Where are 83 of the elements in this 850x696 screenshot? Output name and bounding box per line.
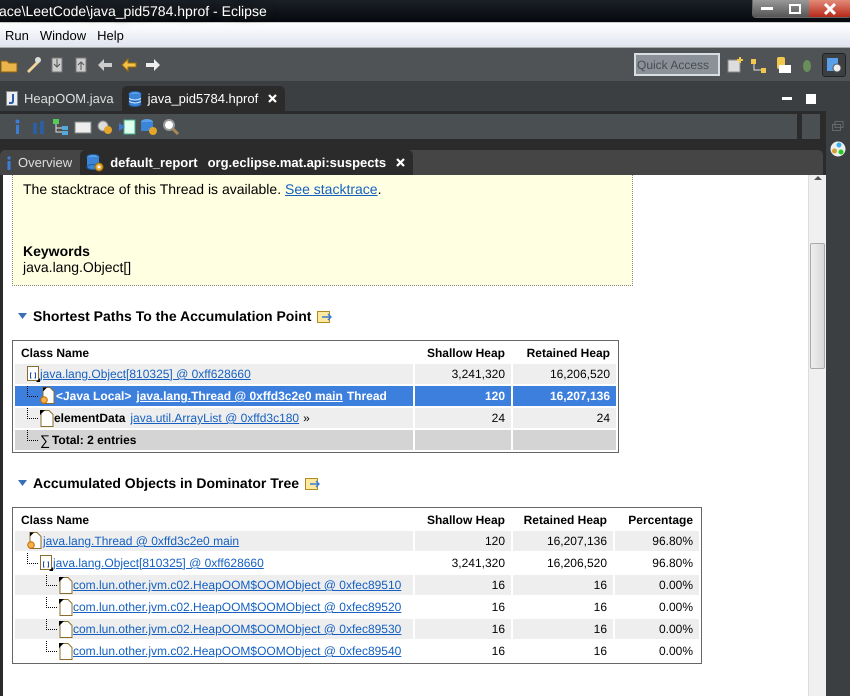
run-report-icon[interactable] [118,118,136,136]
note-text: The stacktrace of this Thread is available. See stacktrace. [23,181,382,197]
database-gear-icon[interactable] [140,118,158,136]
reference-label: elementData [54,411,126,425]
menu-item[interactable]: Window [34,28,92,42]
export-icon[interactable] [317,309,332,323]
back-icon[interactable] [120,56,138,74]
palette-icon[interactable] [830,141,846,157]
keywords-heading: Keywords [23,243,91,259]
table-cell: 0.00% [615,619,699,639]
tree-icon[interactable] [52,118,70,136]
table-cell: 16 [415,575,511,595]
object-icon [59,598,73,616]
object-link[interactable]: com.lun.other.jvm.c02.HeapOOM$OOMObject @ 0xfec89540 [73,644,402,658]
scrollbar-thumb[interactable] [810,243,825,369]
thread-icon [27,532,43,550]
table-cell: 0.00% [615,575,699,595]
new-window-icon[interactable] [726,56,744,74]
minimize-icon [761,6,773,10]
database-gear-icon [86,154,104,172]
table-cell: 96.80% [615,531,699,551]
info-icon [6,156,12,170]
object-link[interactable]: java.util.ArrayList @ 0xffd3c180 [130,411,300,425]
editor-tab[interactable]: HeapOOM.java [0,86,122,111]
table-cell: 16 [415,619,511,639]
maximize-button[interactable] [781,0,809,17]
editor-tab[interactable]: java_pid5784.hprof [122,86,286,111]
java-file-icon [6,91,18,106]
column-header[interactable]: Class Name [15,343,413,362]
column-header[interactable]: Class Name [15,510,413,529]
menu-item[interactable]: Run [0,28,35,42]
column-header[interactable]: Retained Heap [513,343,616,362]
close-tab-icon[interactable] [268,94,278,103]
report-tab[interactable]: Overview [0,150,80,175]
maximize-icon[interactable] [806,94,816,104]
column-header[interactable]: Shallow Heap [415,343,511,362]
column-header[interactable]: Shallow Heap [415,510,511,529]
reference-label: <Java Local> [56,389,132,403]
object-link[interactable]: java.lang.Object[810325] @ 0xff628660 [53,556,264,570]
report-tab[interactable]: default_report org.eclipse.mat.api:suspects [80,150,414,175]
object-icon [40,410,54,426]
toolbar-panel [802,114,820,139]
minimize-button[interactable] [753,0,781,17]
object-link[interactable]: java.lang.Thread @ 0xffd3c2e0 main [136,389,343,403]
thread-icon [40,387,56,405]
close-button[interactable] [809,0,850,17]
total-label: Total: 2 entries [52,433,136,447]
table-cell: 16,207,136 [513,531,613,551]
collapse-icon[interactable] [18,480,27,486]
table-cell: 16,207,136 [513,386,616,406]
section-title: Accumulated Objects in Dominator Tree [33,475,300,491]
object-icon [59,642,73,660]
collapse-icon[interactable] [18,313,27,319]
search-icon[interactable] [162,118,180,136]
table-cell: 16 [513,619,613,639]
table-cell: 16,206,520 [513,364,616,384]
table-cell: 16 [513,575,613,595]
maximize-icon [789,4,801,14]
column-header[interactable]: Percentage [615,510,699,529]
column-header[interactable]: Retained Heap [513,510,613,529]
database-icon [128,90,142,106]
sum-icon: ∑ [40,432,50,448]
type-label: Thread [346,389,387,403]
section-title: Shortest Paths To the Accumulation Point [33,308,312,324]
menu-item[interactable]: Help [92,28,130,42]
table-cell: 120 [415,531,511,551]
heap-analysis-icon[interactable] [825,56,843,74]
close-tab-icon[interactable] [396,158,406,167]
keywords-text: java.lang.Object[] [23,259,132,275]
type-label: » [303,411,310,425]
table-cell: 3,241,320 [415,364,511,384]
array-icon [27,366,40,382]
table-cell: 24 [513,408,616,428]
table-cell: 120 [415,386,511,406]
object-icon [59,576,73,594]
object-icon [59,620,73,638]
close-icon [824,2,836,14]
object-link[interactable]: com.lun.other.jvm.c02.HeapOOM$OOMObject @ 0xfec89520 [73,600,402,614]
quick-access-field[interactable]: Quick Access [634,53,720,76]
stacktrace-link[interactable]: See stacktrace [284,181,378,197]
array-icon [40,555,53,571]
table-cell: 24 [415,408,511,428]
export-icon[interactable] [305,476,320,490]
